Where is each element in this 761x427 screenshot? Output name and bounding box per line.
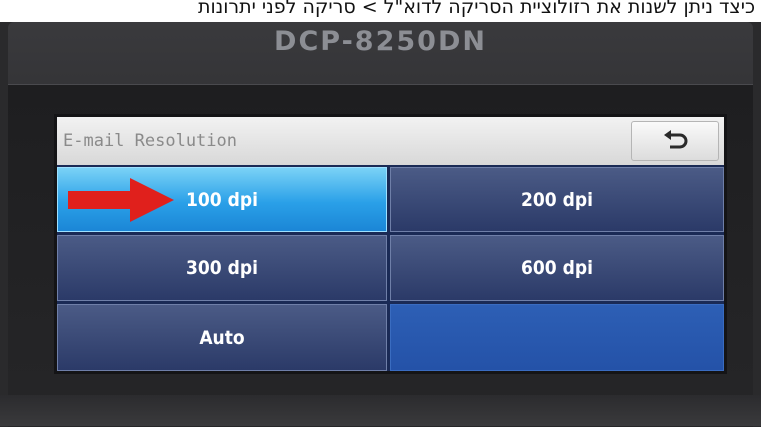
resolution-100-button[interactable]: 100 dpi [57, 167, 387, 232]
resolution-200-button[interactable]: 200 dpi [390, 167, 724, 232]
option-label: 300 dpi [186, 257, 258, 279]
back-arrow-icon [664, 130, 688, 149]
back-button[interactable] [631, 121, 719, 161]
resolution-auto-button[interactable]: Auto [57, 304, 387, 371]
option-label: 600 dpi [521, 257, 593, 279]
caption-strip: כיצד ניתן לשנות את רזולוציית הסריקה לדוא… [0, 0, 761, 22]
option-label: Auto [199, 326, 245, 349]
empty-slot [390, 304, 724, 371]
screen-header: E-mail Resolution [57, 117, 724, 165]
touch-screen: E-mail Resolution 100 dpi 200 dpi 300 dp… [57, 117, 724, 371]
option-label: 100 dpi [186, 188, 258, 211]
screen-title: E-mail Resolution [63, 131, 237, 151]
model-label: DCP-8250DN [274, 26, 487, 57]
resolution-300-button[interactable]: 300 dpi [57, 235, 387, 301]
option-label: 200 dpi [521, 188, 593, 211]
caption-text: כיצד ניתן לשנות את רזולוציית הסריקה לדוא… [197, 0, 755, 18]
resolution-600-button[interactable]: 600 dpi [390, 235, 724, 301]
lower-bezel [0, 395, 761, 426]
red-pointer-arrow-icon [68, 178, 174, 222]
